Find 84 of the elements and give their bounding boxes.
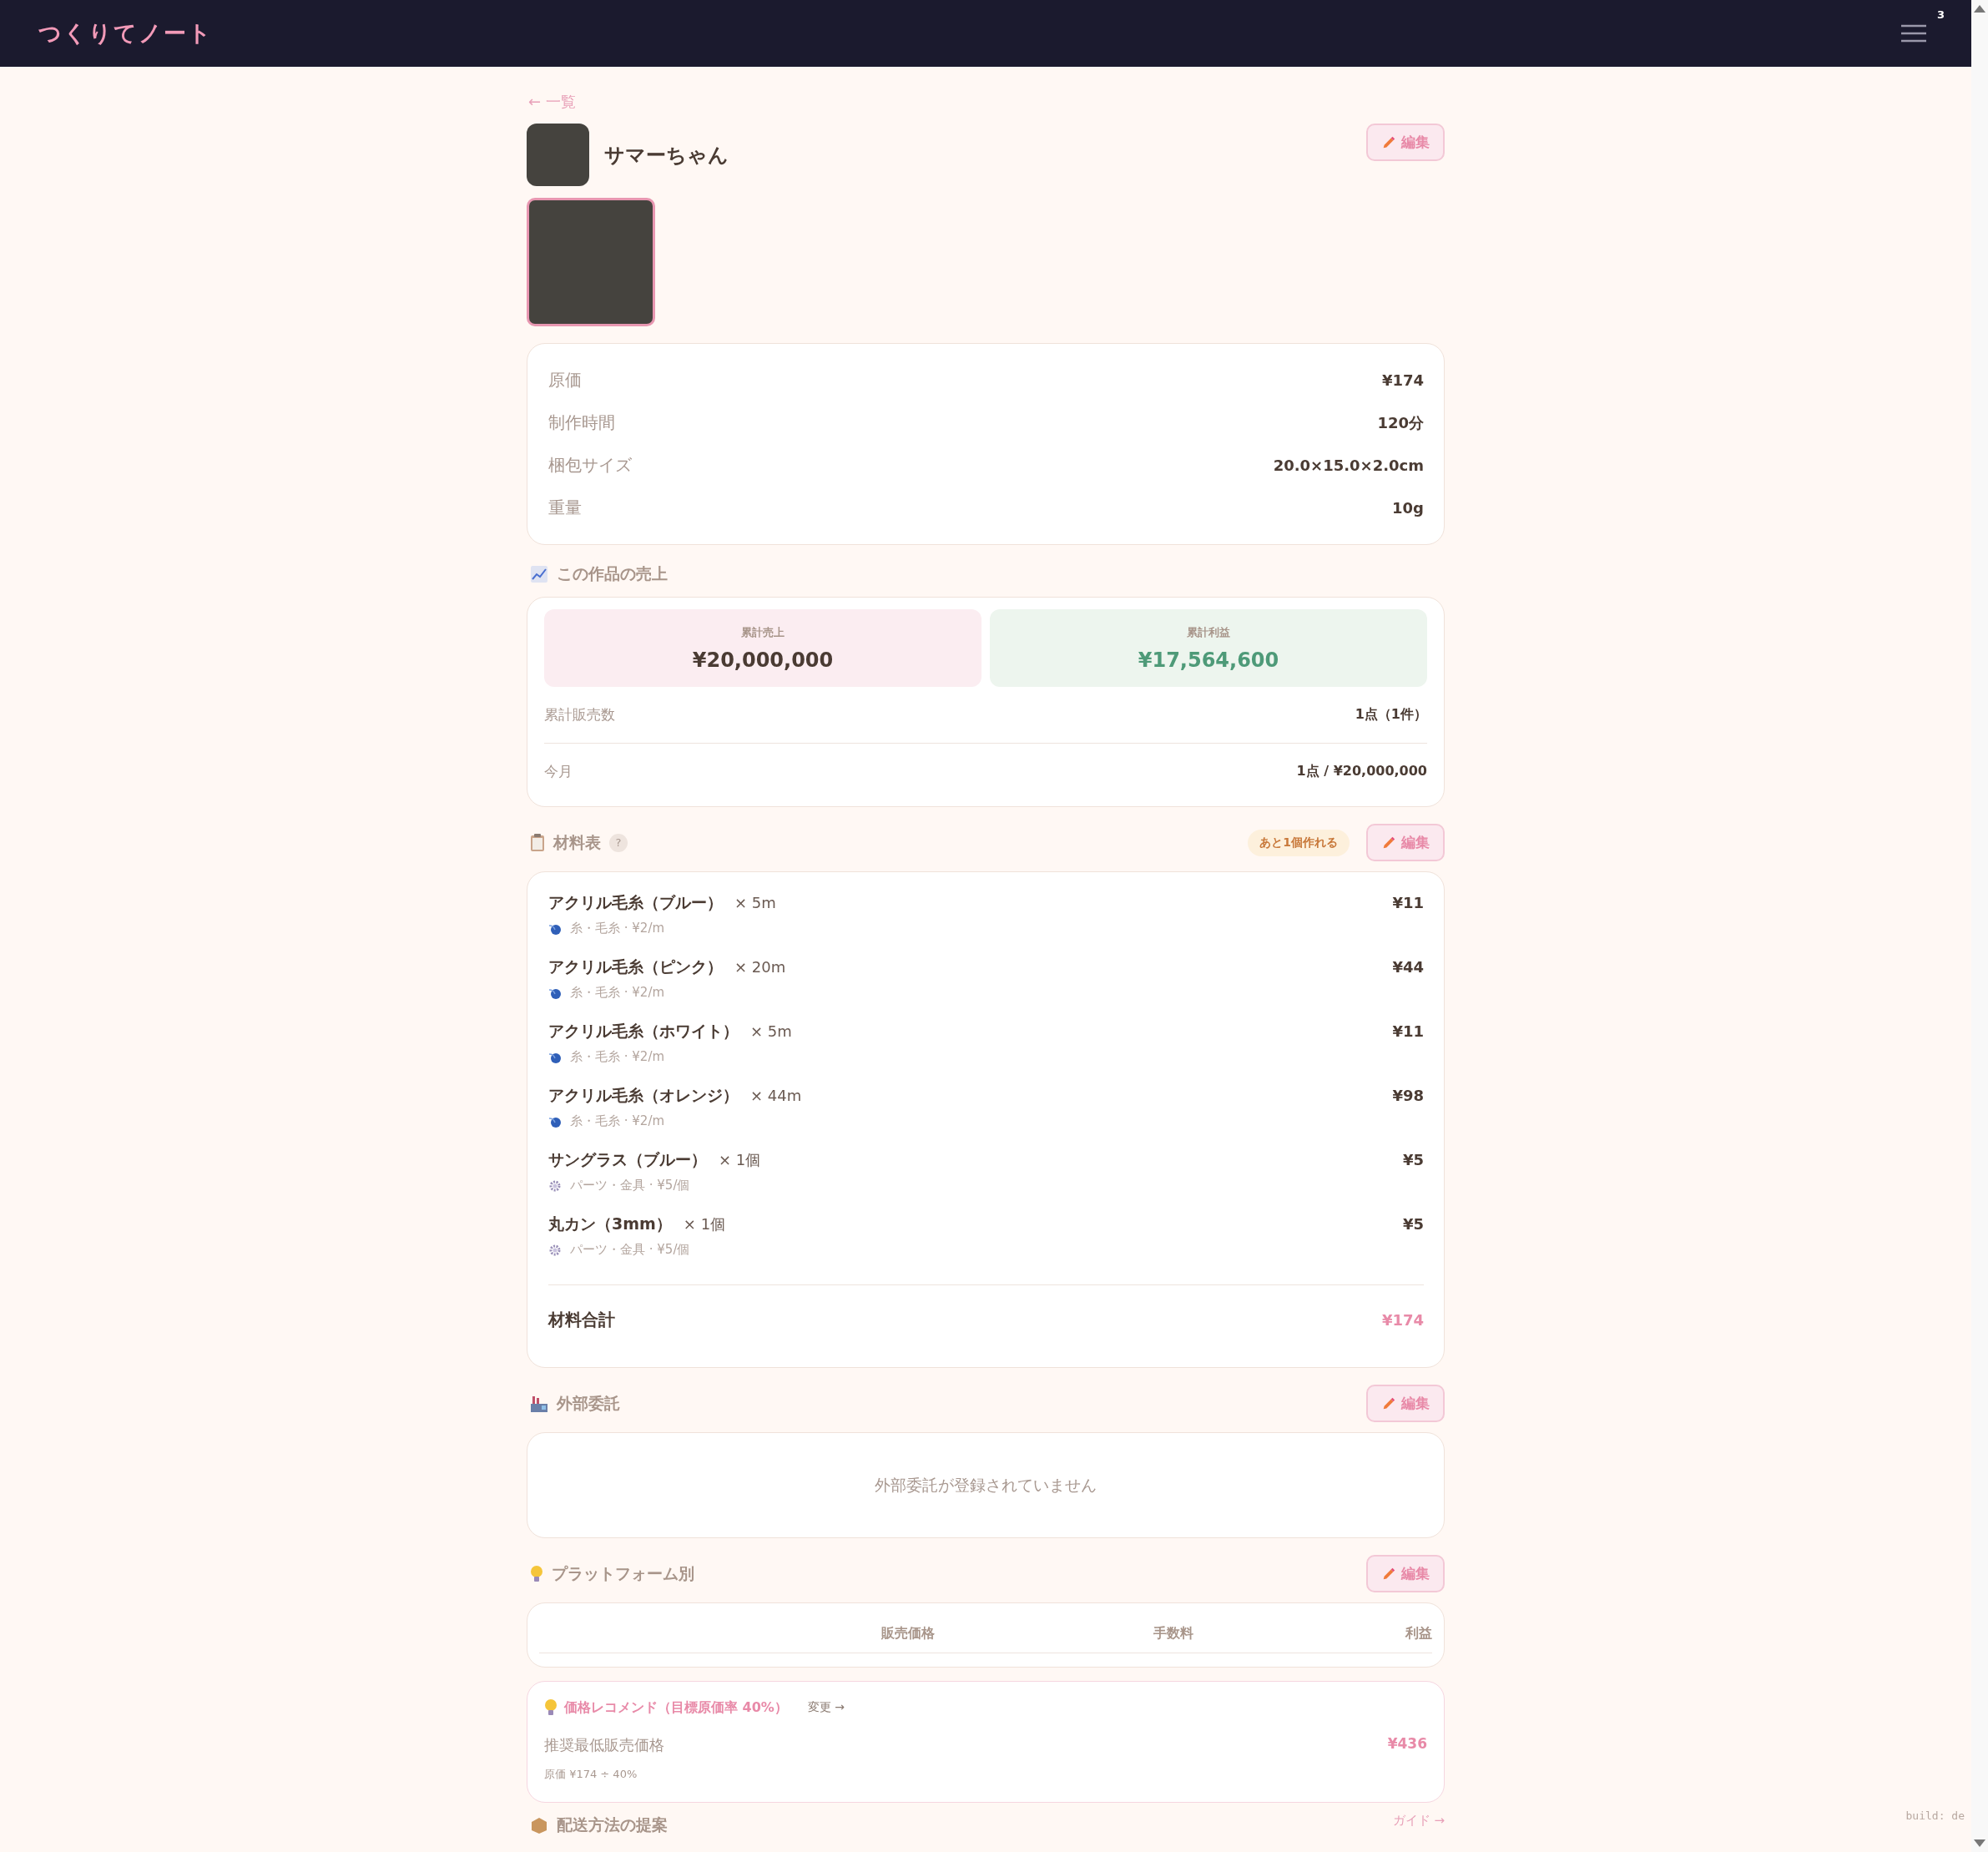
material-price: ¥44 bbox=[1392, 958, 1424, 976]
material-quantity: × 5m bbox=[734, 894, 776, 911]
material-name: サングラス（ブルー） bbox=[548, 1149, 707, 1170]
section-title: プラットフォーム別 bbox=[552, 1562, 694, 1584]
sales-value: 1点 / ¥20,000,000 bbox=[1296, 763, 1427, 780]
material-category: 糸・毛糸 · ¥2/m bbox=[570, 1049, 665, 1065]
material-name: アクリル毛糸（オレンジ） bbox=[548, 1085, 739, 1106]
empty-message: 外部委託が登録されていません bbox=[875, 1474, 1097, 1496]
pencil-icon bbox=[1381, 835, 1396, 850]
material-price: ¥5 bbox=[1402, 1151, 1424, 1168]
material-price: ¥11 bbox=[1392, 894, 1424, 911]
material-category: 糸・毛糸 · ¥2/m bbox=[570, 921, 665, 936]
material-quantity: × 20m bbox=[734, 958, 786, 976]
build-label: build: de bbox=[1905, 1809, 1965, 1822]
app-title[interactable]: つくりてノート bbox=[38, 18, 1896, 48]
material-quantity: × 1個 bbox=[683, 1214, 726, 1234]
material-price: ¥11 bbox=[1392, 1022, 1424, 1040]
section-title: 配送方法の提案 bbox=[557, 1814, 668, 1835]
material-category: パーツ・金具 · ¥5/個 bbox=[570, 1242, 690, 1258]
column-header: 利益 bbox=[1404, 1625, 1432, 1643]
help-icon[interactable]: ? bbox=[609, 833, 628, 852]
material-name: アクリル毛糸（ブルー） bbox=[548, 892, 723, 913]
scroll-up-icon[interactable] bbox=[1973, 3, 1986, 13]
material-quantity: × 1個 bbox=[719, 1150, 761, 1170]
section-title: 材料表 bbox=[553, 831, 601, 853]
column-header: 販売価格 bbox=[881, 1625, 936, 1643]
detail-value: 120分 bbox=[1377, 412, 1424, 433]
material-category: 糸・毛糸 · ¥2/m bbox=[570, 985, 665, 1001]
materials-total-value: ¥174 bbox=[1381, 1310, 1424, 1329]
material-category: パーツ・金具 · ¥5/個 bbox=[570, 1178, 690, 1193]
material-name: アクリル毛糸（ホワイト） bbox=[548, 1021, 739, 1042]
detail-value: ¥174 bbox=[1381, 371, 1424, 389]
material-category: 糸・毛糸 · ¥2/m bbox=[570, 1113, 665, 1129]
detail-label: 制作時間 bbox=[548, 411, 615, 434]
material-price: ¥98 bbox=[1392, 1087, 1424, 1104]
notification-count: 3 bbox=[1936, 8, 1945, 21]
detail-label: 重量 bbox=[548, 497, 582, 519]
detail-value: 20.0×15.0×2.0cm bbox=[1273, 457, 1424, 474]
total-value: ¥20,000,000 bbox=[692, 648, 834, 672]
scroll-down-icon[interactable] bbox=[1973, 1839, 1986, 1849]
detail-value: 10g bbox=[1392, 499, 1424, 517]
change-link[interactable]: 変更 → bbox=[807, 1700, 845, 1715]
edit-button[interactable]: 編集 bbox=[1366, 824, 1445, 861]
section-title: この作品の売上 bbox=[557, 563, 668, 584]
pencil-icon bbox=[1381, 1395, 1396, 1411]
back-link[interactable]: ← 一覧 bbox=[528, 92, 1445, 112]
edit-button[interactable]: 編集 bbox=[1366, 1555, 1445, 1592]
sales-label: 今月 bbox=[544, 762, 573, 781]
total-value: ¥17,564,600 bbox=[1138, 648, 1279, 672]
material-price: ¥5 bbox=[1402, 1215, 1424, 1233]
recommendation-title: 価格レコメンド（目標原価率 40%） bbox=[564, 1698, 788, 1717]
edit-button[interactable]: 編集 bbox=[1366, 1385, 1445, 1422]
box-icon bbox=[530, 1816, 548, 1834]
recommended-price-label: 推奨最低販売価格 bbox=[544, 1735, 664, 1755]
factory-icon bbox=[530, 1394, 548, 1413]
clipboard-icon bbox=[530, 833, 545, 852]
product-name: サマーちゃん bbox=[604, 142, 729, 169]
detail-label: 梱包サイズ bbox=[548, 454, 632, 477]
materials-total-label: 材料合計 bbox=[548, 1308, 615, 1331]
detail-label: 原価 bbox=[548, 369, 582, 391]
total-label: 累計売上 bbox=[741, 624, 785, 640]
column-header: 手数料 bbox=[1153, 1625, 1194, 1643]
material-name: アクリル毛糸（ピンク） bbox=[548, 956, 723, 977]
material-quantity: × 44m bbox=[750, 1087, 802, 1104]
pencil-icon bbox=[1381, 134, 1396, 150]
section-title: 外部委託 bbox=[557, 1392, 620, 1414]
gear-icon bbox=[548, 1243, 562, 1257]
sales-value: 1点（1件） bbox=[1355, 706, 1427, 724]
stock-badge: あと1個作れる bbox=[1248, 829, 1350, 856]
guide-link[interactable]: ガイド → bbox=[1392, 1813, 1445, 1829]
menu-icon bbox=[1900, 23, 1928, 43]
pencil-icon bbox=[1381, 1566, 1396, 1582]
gear-icon bbox=[548, 1178, 562, 1193]
chart-icon bbox=[530, 565, 548, 583]
sales-label: 累計販売数 bbox=[544, 705, 615, 724]
edit-button[interactable]: 編集 bbox=[1366, 124, 1445, 161]
material-name: 丸カン（3mm） bbox=[548, 1214, 672, 1234]
total-label: 累計利益 bbox=[1187, 624, 1230, 640]
material-quantity: × 5m bbox=[750, 1022, 792, 1040]
lightbulb-icon bbox=[544, 1698, 558, 1717]
recommended-price: ¥436 bbox=[1387, 1735, 1427, 1754]
photo-placeholder[interactable] bbox=[527, 198, 655, 326]
lightbulb-icon bbox=[530, 1564, 543, 1583]
price-formula: 原価 ¥174 ÷ 40% bbox=[544, 1767, 638, 1782]
